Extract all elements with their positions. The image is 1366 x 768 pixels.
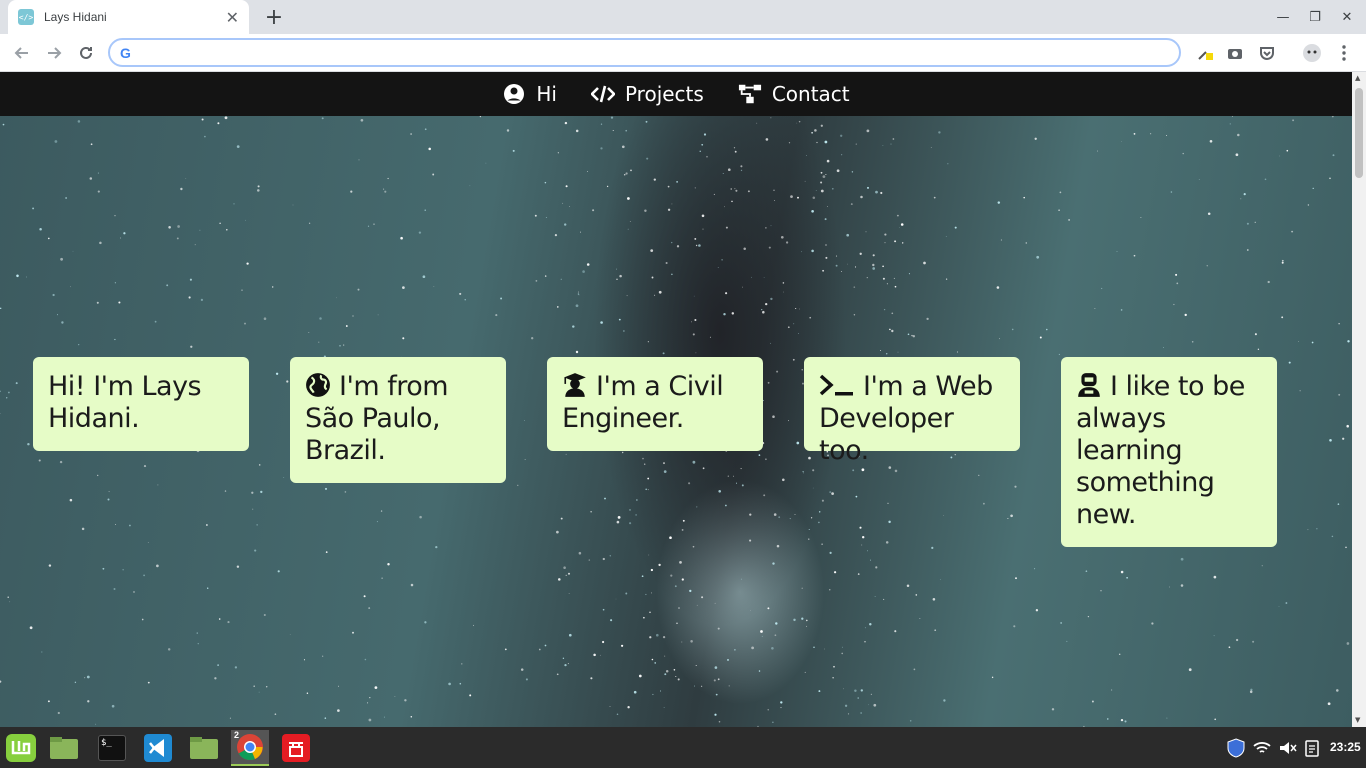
scroll-down-arrow-icon[interactable]: ▼ — [1355, 716, 1360, 724]
taskbar-vscode[interactable] — [139, 730, 177, 766]
code-icon — [590, 85, 615, 103]
mint-menu-button[interactable] — [2, 730, 40, 766]
taskbar: $_ 2 23:25 — [0, 727, 1366, 768]
sitemap-icon — [738, 84, 761, 104]
close-tab-icon[interactable]: ✕ — [226, 8, 239, 27]
pocket-icon[interactable] — [1256, 42, 1278, 64]
reload-icon — [80, 46, 92, 59]
shield-tray-icon[interactable] — [1226, 727, 1246, 768]
intro-card-developer: I'm a Web Developer too. — [804, 357, 1020, 466]
nav-item-hi[interactable]: Hi — [502, 82, 557, 106]
menu-kebab-icon[interactable] — [1333, 42, 1355, 64]
intro-card-learning: I like to be always learning something n… — [1061, 357, 1277, 547]
wifi-tray-icon[interactable] — [1253, 727, 1271, 768]
browser-toolbar: G — [0, 34, 1366, 72]
terminal-icon: $_ — [98, 735, 126, 761]
taskbar-clock[interactable]: 23:25 — [1330, 740, 1361, 754]
tab-title: Lays Hidani — [44, 10, 107, 24]
taskbar-folder[interactable] — [185, 730, 223, 766]
intro-card-engineer: I'm a Civil Engineer. — [547, 357, 763, 451]
camera-icon[interactable] — [1224, 42, 1246, 64]
minimize-button[interactable]: — — [1267, 0, 1299, 34]
extension-pen-icon[interactable] — [1194, 42, 1216, 64]
intro-card-name: Hi! I'm Lays Hidani. — [33, 357, 249, 451]
taskbar-red-app[interactable] — [277, 730, 315, 766]
page-scrollbar[interactable]: ▲ ▼ — [1352, 72, 1366, 727]
intro-card-location: I'm from São Paulo, Brazil. — [290, 357, 506, 483]
clipboard-tray-icon[interactable] — [1305, 727, 1319, 768]
forward-button[interactable] — [41, 40, 67, 66]
globe-icon — [306, 373, 330, 397]
reload-button[interactable] — [73, 40, 99, 66]
page-viewport: Hi Projects Contact Hi! I'm Lays Hidani.… — [0, 72, 1352, 727]
taskbar-files[interactable] — [45, 730, 83, 766]
restore-button[interactable]: ❐ — [1299, 0, 1331, 34]
robot-icon — [1078, 373, 1100, 397]
graduate-icon — [564, 373, 586, 397]
taskbar-chrome[interactable]: 2 — [231, 730, 269, 766]
vscode-icon — [144, 734, 172, 762]
url-input[interactable] — [138, 44, 1179, 61]
files-icon — [50, 737, 78, 759]
nav-label-contact: Contact — [771, 82, 850, 106]
site-nav: Hi Projects Contact — [0, 72, 1352, 116]
nav-item-projects[interactable]: Projects — [590, 82, 704, 106]
terminal-icon — [819, 374, 853, 396]
code-favicon-icon: </> — [18, 9, 34, 25]
card-text: Hi! I'm Lays Hidani. — [48, 371, 202, 434]
chrome-window-count: 2 — [234, 730, 240, 740]
new-tab-button[interactable]: + — [260, 3, 288, 31]
app-red-icon — [282, 734, 310, 762]
browser-tab[interactable]: </> Lays Hidani ✕ — [8, 0, 249, 34]
taskbar-terminal[interactable]: $_ — [93, 730, 131, 766]
google-icon: G — [120, 44, 131, 61]
scroll-thumb[interactable] — [1355, 88, 1363, 178]
user-circle-icon — [504, 84, 525, 104]
mint-menu-icon — [6, 734, 36, 762]
volume-tray-icon[interactable] — [1279, 727, 1297, 768]
chrome-icon — [237, 734, 263, 761]
nav-label-hi: Hi — [536, 82, 557, 106]
back-button[interactable] — [9, 40, 35, 66]
arrow-left-icon — [14, 47, 28, 59]
close-window-button[interactable]: ✕ — [1331, 0, 1363, 34]
folder-icon — [190, 737, 218, 759]
scroll-up-arrow-icon[interactable]: ▲ — [1355, 74, 1360, 82]
tab-strip: </> Lays Hidani ✕ + — ❐ ✕ — [0, 0, 1366, 34]
nav-label-projects: Projects — [624, 82, 704, 106]
address-bar[interactable]: G — [108, 38, 1181, 67]
arrow-right-icon — [48, 47, 62, 59]
nav-item-contact[interactable]: Contact — [738, 82, 850, 106]
profile-avatar[interactable] — [1301, 42, 1323, 64]
